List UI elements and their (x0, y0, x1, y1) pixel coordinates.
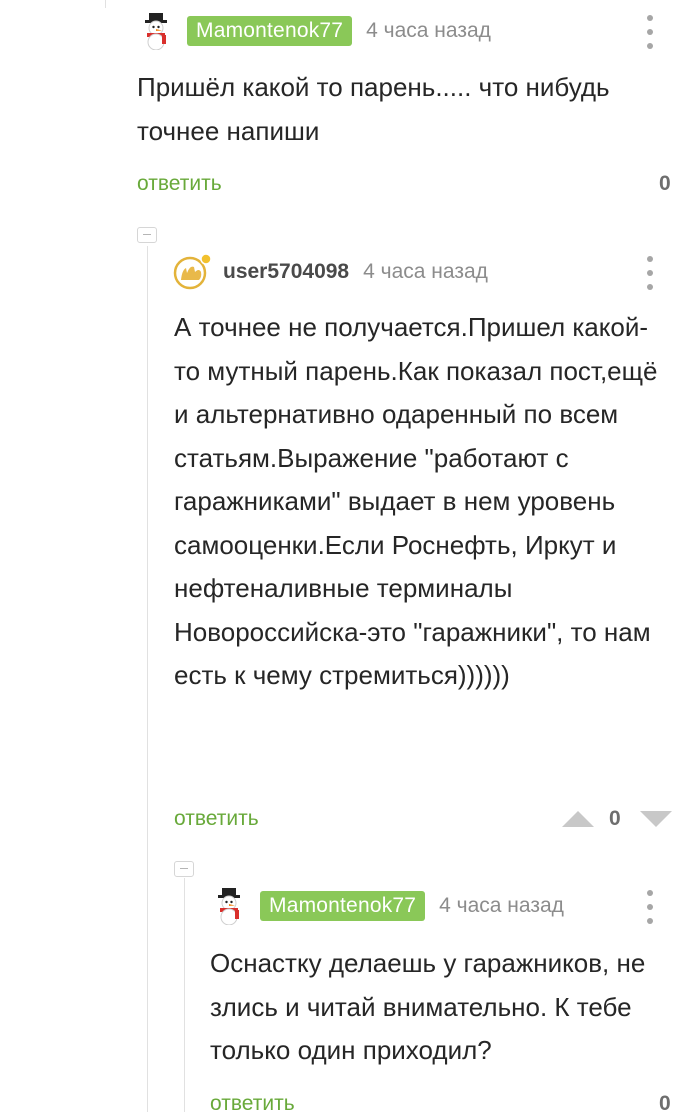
author-badge[interactable]: Mamontenok77 (187, 16, 353, 46)
comment-timestamp: 4 часа назад (366, 19, 491, 42)
comment: Mamontenok77 4 часа назад Пришёл какой т… (0, 0, 700, 210)
upvote-arrow-icon[interactable] (560, 809, 596, 829)
rating-count: 0 (609, 807, 621, 830)
more-options-icon[interactable] (640, 890, 660, 924)
comment: user5704098 4 часа назад А точнее не пол… (0, 240, 700, 840)
downvote-arrow-icon[interactable] (638, 809, 674, 829)
reply-link[interactable]: ответить (210, 1092, 295, 1116)
reply-link[interactable]: ответить (174, 807, 259, 831)
comment-text: А точнее не получается.Пришел какой-то м… (174, 312, 658, 690)
comment-header: user5704098 4 часа назад (173, 253, 488, 291)
author-badge[interactable]: Mamontenok77 (260, 891, 426, 921)
snowman-icon[interactable] (210, 887, 248, 925)
comment-text: Оснастку делаешь у гаражников, не злись … (210, 948, 646, 1065)
comment-text: Пришёл какой то парень..... что нибудь т… (137, 72, 610, 146)
comment-timestamp: 4 часа назад (439, 894, 564, 917)
collapse-thread-button[interactable] (174, 861, 194, 877)
comment-header: Mamontenok77 4 часа назад (210, 887, 564, 925)
more-options-icon[interactable] (640, 256, 660, 290)
rating-count: 0 (659, 172, 671, 195)
comment-timestamp: 4 часа назад (363, 260, 488, 283)
author-name[interactable]: user5704098 (223, 260, 349, 284)
comment: Mamontenok77 4 часа назад Оснастку делае… (0, 880, 700, 1115)
comment-header: Mamontenok77 4 часа назад (137, 12, 491, 50)
more-options-icon[interactable] (640, 15, 660, 49)
snowman-icon[interactable] (137, 12, 175, 50)
rating-count: 0 (659, 1092, 671, 1115)
default-avatar-icon[interactable] (173, 253, 211, 291)
reply-link[interactable]: ответить (137, 172, 222, 196)
